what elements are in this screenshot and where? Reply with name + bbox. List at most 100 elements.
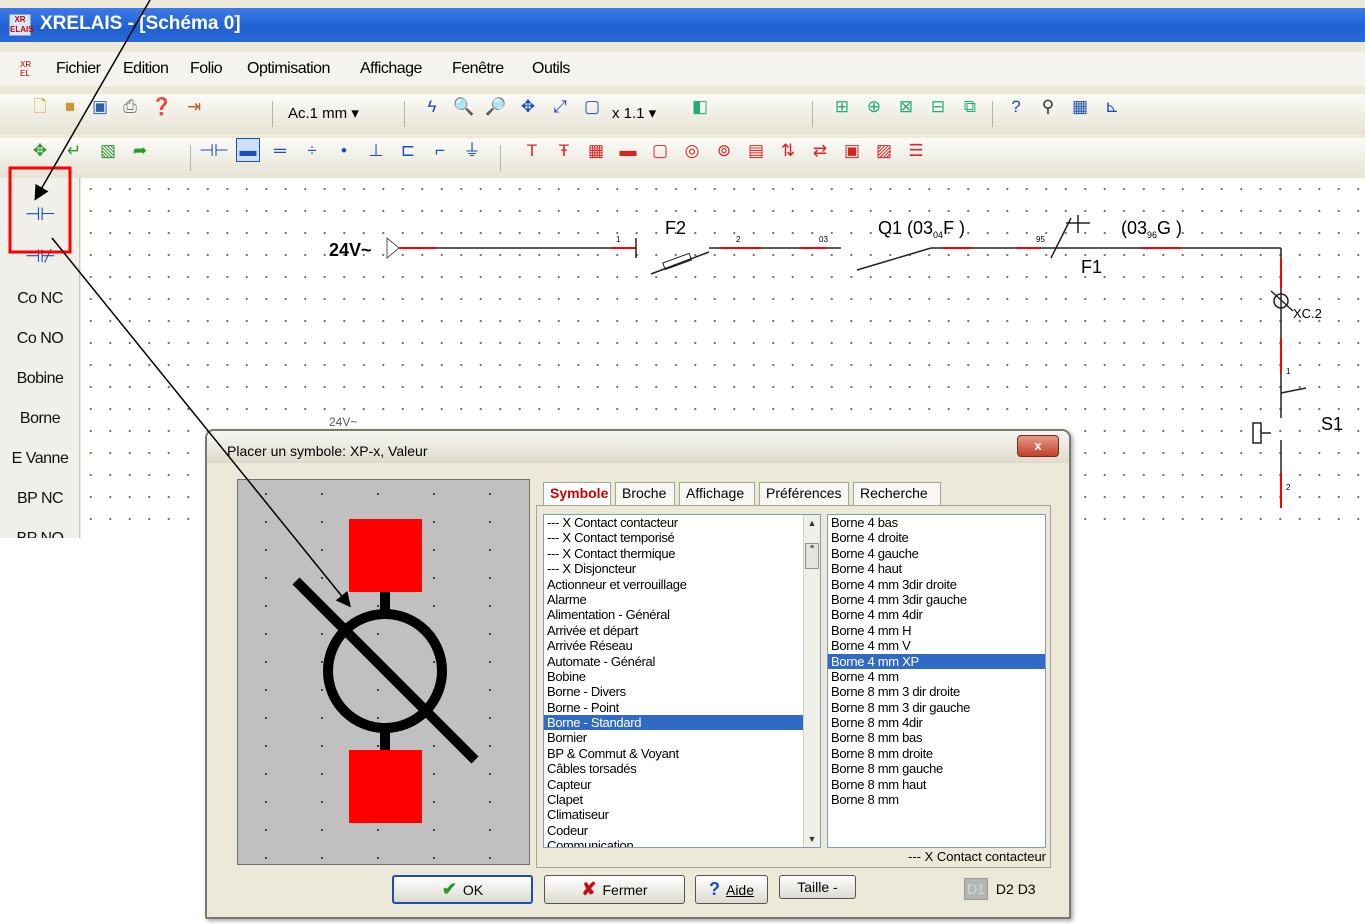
symbol-item[interactable]: Borne 8 mm 3 dir gauche	[828, 700, 1045, 715]
size-button[interactable]: Taille -	[779, 875, 856, 899]
palette-item[interactable]: Bobine	[0, 370, 80, 388]
tab-broche[interactable]: Broche	[615, 482, 675, 506]
arrow-icon[interactable]: ⇅	[776, 138, 800, 162]
category-item[interactable]: Alimentation - Général	[544, 607, 820, 622]
cable-icon[interactable]: ⌐	[428, 138, 452, 162]
category-item[interactable]: --- X Contact thermique	[544, 546, 820, 561]
close-button[interactable]: ✘ Fermer	[544, 875, 685, 904]
copy-icon[interactable]: ⧉	[958, 94, 982, 118]
category-item[interactable]: --- X Contact contacteur	[544, 515, 820, 530]
image-icon[interactable]: ▧	[96, 138, 120, 162]
rectangle-icon[interactable]: ▢	[648, 138, 672, 162]
category-item[interactable]: --- X Disjoncteur	[544, 561, 820, 576]
category-item[interactable]: Codeur	[544, 823, 820, 838]
zoom-in-icon[interactable]: 🔍	[452, 94, 476, 118]
symbol-list[interactable]: Borne 4 bas Borne 4 droite Borne 4 gauche B…	[827, 514, 1046, 848]
category-item[interactable]: Alarme	[544, 592, 820, 607]
symbol-item[interactable]: Borne 8 mm droite	[828, 746, 1045, 761]
category-item[interactable]: Câbles torsadés	[544, 761, 820, 776]
remove-icon[interactable]: ⊠	[894, 94, 918, 118]
symbol-item[interactable]: Borne 8 mm 4dir	[828, 715, 1045, 730]
frame-icon[interactable]: ▨	[872, 138, 896, 162]
grid-icon[interactable]: ▦	[584, 138, 608, 162]
menu-edition[interactable]: Edition	[123, 60, 169, 78]
new-file-icon[interactable]: 🗋	[28, 94, 52, 118]
category-item[interactable]: Borne - Divers	[544, 684, 820, 699]
menu-outils[interactable]: Outils	[532, 60, 570, 78]
symbol-item[interactable]: Borne 4 haut	[828, 561, 1045, 576]
cube-icon[interactable]: ◧	[688, 94, 712, 118]
menu-affichage[interactable]: Affichage	[360, 60, 422, 78]
d3-toggle[interactable]: D3	[1018, 881, 1036, 897]
ellipse-icon[interactable]: ⊚	[712, 138, 736, 162]
bus-icon[interactable]: ⊏	[396, 138, 420, 162]
symbol-item[interactable]: Borne 8 mm haut	[828, 777, 1045, 792]
symbol-item[interactable]: Borne 4 bas	[828, 515, 1045, 530]
palette-item[interactable]: BP NO	[0, 530, 80, 538]
category-item[interactable]: Arrivée Réseau	[544, 638, 820, 653]
zoom-window-icon[interactable]: ⤢	[548, 94, 572, 118]
find-icon[interactable]: ⚲	[1036, 94, 1060, 118]
export-icon[interactable]: ➦	[128, 138, 152, 162]
palette-item[interactable]: Co NC	[0, 290, 80, 308]
ok-button[interactable]: ✔ OK	[392, 875, 533, 904]
symbol-item[interactable]: Borne 4 mm XP	[828, 653, 1045, 669]
axis-icon[interactable]: ⊾	[1100, 94, 1124, 118]
category-item[interactable]: Communication	[544, 838, 820, 847]
symbol-item[interactable]: Borne 8 mm gauche	[828, 761, 1045, 776]
symbol-item[interactable]: Borne 8 mm	[828, 792, 1045, 807]
line-icon[interactable]: ▬	[616, 138, 640, 162]
category-item[interactable]: --- X Contact temporisé	[544, 530, 820, 545]
symbol-item[interactable]: Borne 4 mm 3dir gauche	[828, 592, 1045, 607]
d1-toggle[interactable]: D1	[964, 878, 988, 900]
scroll-thumb[interactable]: ≡	[805, 543, 819, 569]
contact-symbol-icon[interactable]: ⊣⊢	[0, 204, 80, 225]
symbol-item[interactable]: Borne 4 gauche	[828, 546, 1045, 561]
wire-icon[interactable]: ▬	[236, 138, 260, 162]
category-item[interactable]: BP & Commut & Voyant	[544, 746, 820, 761]
category-item[interactable]: Borne - Standard	[544, 715, 820, 731]
category-item[interactable]: Arrivée et départ	[544, 623, 820, 638]
tab-preferences[interactable]: Préférences	[759, 482, 849, 506]
category-item[interactable]: Borne - Point	[544, 700, 820, 715]
insert-icon[interactable]: ⊟	[926, 94, 950, 118]
symbol-item[interactable]: Borne 4 mm 3dir droite	[828, 577, 1045, 592]
category-item[interactable]: Automate - Général	[544, 654, 820, 669]
zoom-select[interactable]: x 1.1 ▾	[612, 104, 656, 122]
text-frame-icon[interactable]: Ŧ	[552, 138, 576, 162]
tab-symbole[interactable]: Symbole	[543, 482, 611, 506]
category-item[interactable]: Bobine	[544, 669, 820, 684]
palette-item[interactable]: BP NC	[0, 490, 80, 508]
category-item[interactable]: Capteur	[544, 777, 820, 792]
add-row-icon[interactable]: ⊕	[862, 94, 886, 118]
category-item[interactable]: Actionneur et verrouillage	[544, 577, 820, 592]
menu-folio[interactable]: Folio	[190, 60, 223, 78]
symbol-item[interactable]: Borne 4 droite	[828, 530, 1045, 545]
pan-icon[interactable]: ✥	[516, 94, 540, 118]
symbol-item[interactable]: Borne 4 mm 4dir	[828, 607, 1045, 622]
menu-fichier[interactable]: Fichier	[56, 60, 101, 78]
symbol-item[interactable]: Borne 4 mm	[828, 669, 1045, 684]
text-icon[interactable]: T	[520, 138, 544, 162]
help-icon[interactable]: ❓	[150, 94, 174, 118]
double-wire-icon[interactable]: ═	[268, 138, 292, 162]
scroll-down-icon[interactable]: ▼	[804, 831, 820, 847]
palette-item[interactable]: Co NO	[0, 330, 80, 348]
print-icon[interactable]: ⎙	[118, 94, 142, 118]
list-icon[interactable]: ☰	[904, 138, 928, 162]
category-item[interactable]: Bornier	[544, 730, 820, 745]
ground-icon[interactable]: ⏚	[460, 138, 484, 162]
return-icon[interactable]: ↵	[62, 138, 86, 162]
close-icon[interactable]: x	[1017, 435, 1059, 457]
contact-icon[interactable]: ⊣⊢	[199, 138, 229, 162]
contact-nc-symbol-icon[interactable]: ⊣⊬	[0, 246, 80, 267]
open-folder-icon[interactable]: ■	[58, 94, 82, 118]
menu-fenetre[interactable]: Fenêtre	[452, 60, 504, 78]
table-icon[interactable]: ▦	[1068, 94, 1092, 118]
symbol-item[interactable]: Borne 8 mm 3 dir droite	[828, 684, 1045, 699]
cartouche-icon[interactable]: ▤	[744, 138, 768, 162]
symbol-item[interactable]: Borne 4 mm V	[828, 638, 1045, 653]
circle-icon[interactable]: ◎	[680, 138, 704, 162]
save-icon[interactable]: ▣	[88, 94, 112, 118]
category-item[interactable]: Clapet	[544, 792, 820, 807]
